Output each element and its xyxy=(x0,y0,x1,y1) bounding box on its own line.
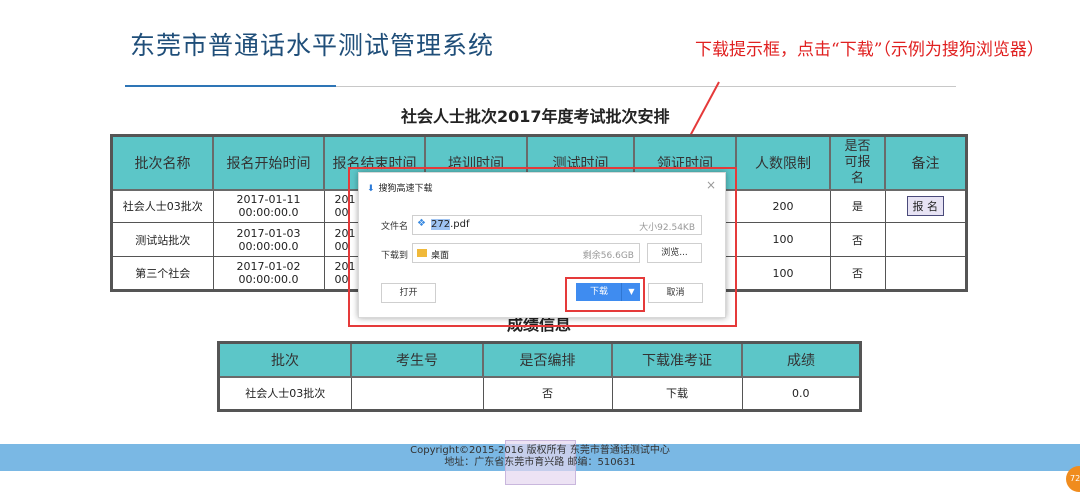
register-button[interactable]: 报 名 xyxy=(906,196,944,217)
col-note: 备注 xyxy=(884,134,968,191)
can-register: 否 xyxy=(829,256,886,291)
score-batch: 社会人士03批次 xyxy=(218,376,352,411)
footer: Copyright©2015-2016 版权所有 东莞市普通话测试中心 地址：广… xyxy=(0,445,1080,469)
reg-start: 2017-01-11 00:00:00.0 xyxy=(212,189,325,223)
footer-copyright: Copyright©2015-2016 版权所有 东莞市普通话测试中心 xyxy=(410,445,670,456)
reg-start: 2017-01-03 00:00:00.0 xyxy=(212,222,325,257)
note-cell xyxy=(884,256,967,291)
arranged: 否 xyxy=(482,376,613,411)
reg-start: 2017-01-02 00:00:00.0 xyxy=(212,256,325,291)
limit: 100 xyxy=(735,256,831,291)
col-batch-name: 批次名称 xyxy=(110,134,214,191)
annotation-box-download xyxy=(565,277,645,312)
note-cell xyxy=(884,222,967,257)
batch-table-title: 社会人士批次2017年度考试批次安排 xyxy=(401,107,670,126)
batch-name: 测试站批次 xyxy=(111,222,214,257)
score: 0.0 xyxy=(741,376,861,411)
batch-name: 第三个社会 xyxy=(111,256,214,291)
col-batch: 批次 xyxy=(217,341,352,378)
col-arranged: 是否编排 xyxy=(482,341,613,378)
download-ticket-link[interactable]: 下载 xyxy=(611,376,743,411)
col-can-register: 是否可报名 xyxy=(829,134,886,191)
col-reg-start: 报名开始时间 xyxy=(212,134,325,191)
limit: 100 xyxy=(735,222,831,257)
col-limit: 人数限制 xyxy=(735,134,831,191)
footer-address: 地址：广东省东莞市育兴路 邮编：510631 xyxy=(444,457,636,468)
annotation-box-dialog xyxy=(348,167,737,327)
exam-no xyxy=(350,376,484,411)
batch-name: 社会人士03批次 xyxy=(111,189,214,223)
col-download-ticket: 下载准考证 xyxy=(611,341,743,378)
score-table: 批次 考生号 是否编排 下载准考证 成绩 社会人士03批次 否 下载 0.0 xyxy=(217,341,862,412)
col-score: 成绩 xyxy=(741,341,862,378)
note-cell: 报 名 xyxy=(884,189,967,223)
limit: 200 xyxy=(735,189,831,223)
table-row: 社会人士03批次 否 下载 0.0 xyxy=(218,376,861,411)
can-register: 是 xyxy=(829,189,886,223)
can-register: 否 xyxy=(829,222,886,257)
col-exam-no: 考生号 xyxy=(350,341,484,378)
